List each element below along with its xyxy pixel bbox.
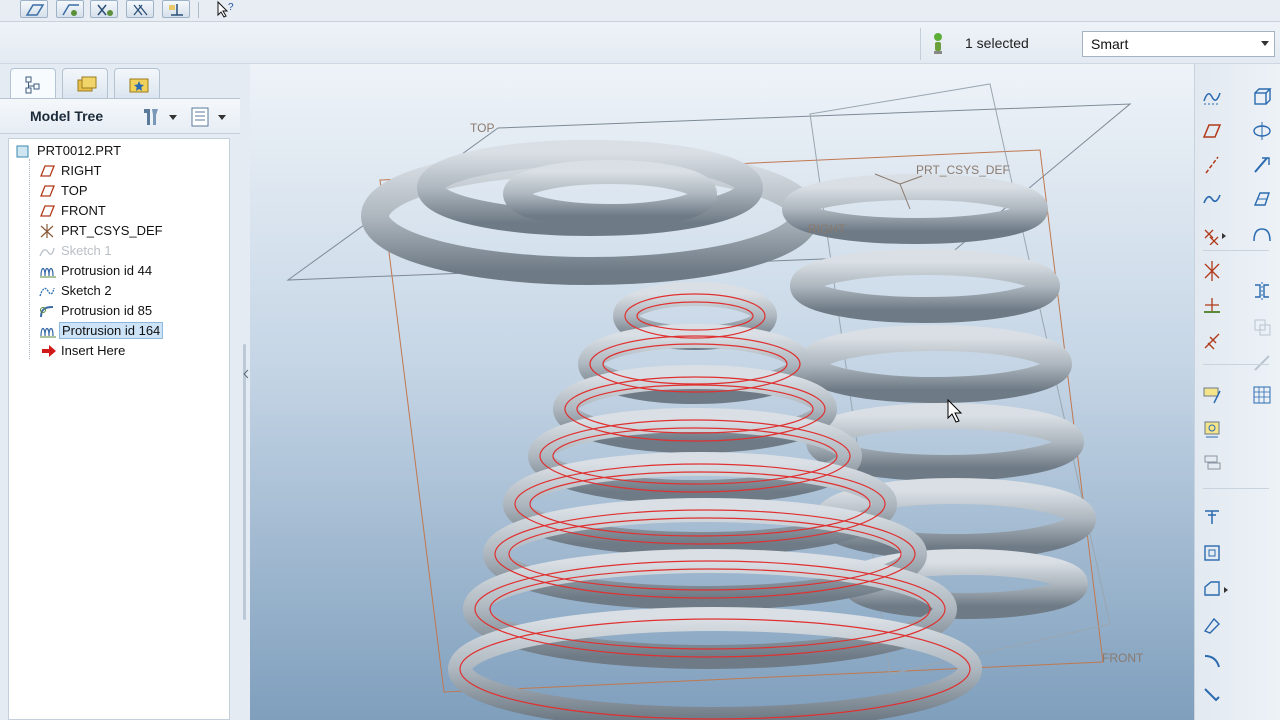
feature-toolbar: [1194, 64, 1280, 720]
boundary-icon[interactable]: [1249, 222, 1275, 248]
analysis-icon[interactable]: [1199, 292, 1225, 318]
status-bar: 1 selected Smart: [0, 22, 1280, 64]
datum-plane-icon: [39, 164, 55, 178]
tree-item-label: TOP: [61, 183, 88, 198]
chevron-down-icon: [1261, 41, 1269, 46]
plane-icon[interactable]: [1199, 118, 1225, 144]
rib-icon[interactable]: [1199, 450, 1225, 476]
sketch-datum-icon[interactable]: [20, 0, 48, 18]
selection-filter-dropdown[interactable]: Smart: [1082, 31, 1275, 57]
sweep-icon[interactable]: [1249, 152, 1275, 178]
datum-label-top: TOP: [470, 121, 494, 135]
datum-plane-icon: [39, 184, 55, 198]
favorites-tab[interactable]: [114, 68, 160, 98]
insert-arrow-icon: [41, 344, 57, 358]
revolve-icon[interactable]: [1249, 118, 1275, 144]
show-points-icon[interactable]: [126, 0, 154, 18]
show-csys-icon[interactable]: [162, 0, 190, 18]
collapse-arrow-icon[interactable]: [243, 364, 249, 379]
trim-icon[interactable]: [1249, 350, 1275, 376]
pattern-icon[interactable]: [1199, 382, 1225, 408]
curve-icon[interactable]: [1199, 186, 1225, 212]
sketch-icon: [39, 284, 55, 298]
model-tree-tab[interactable]: [10, 68, 56, 98]
tree-item-label: RIGHT: [61, 163, 102, 178]
datum-label-front: FRONT: [1102, 651, 1144, 665]
part-icon: [15, 144, 31, 158]
hole-icon[interactable]: [1249, 382, 1275, 408]
tree-item-label: Insert Here: [61, 343, 126, 358]
graphics-window[interactable]: TOP RIGHT FRONT PRT_CSYS_DEF: [250, 64, 1194, 720]
blend-icon[interactable]: [1249, 186, 1275, 212]
tree-item-label: Protrusion id 85: [61, 303, 153, 318]
helical-sweep-icon: [39, 264, 56, 278]
tree-item-label: FRONT: [61, 203, 106, 218]
panel-splitter[interactable]: [240, 344, 248, 620]
sweep-icon: [39, 304, 55, 318]
tree-root-label: PRT0012.PRT: [37, 143, 122, 158]
datum-curve-sketch-icon[interactable]: [1199, 84, 1225, 110]
selection-count: 1 selected: [965, 35, 1029, 51]
status-light-icon: [930, 31, 946, 57]
svg-text:?: ?: [228, 2, 234, 13]
model-tree: PRT0012.PRT RIGHT TOP FRONT PRT_CSYS_DEF…: [8, 138, 230, 720]
round-icon[interactable]: [1199, 540, 1225, 566]
toroidal-bend-icon[interactable]: [1199, 648, 1225, 674]
tree-item-label: Protrusion id 44: [61, 263, 153, 278]
cylindrical-spring: [782, 174, 1096, 619]
cosmetic-icon[interactable]: [1199, 612, 1225, 638]
merge-icon[interactable]: [1249, 314, 1275, 340]
shell-icon[interactable]: [1199, 416, 1225, 442]
sketch-icon: [39, 244, 55, 258]
main-toolbar: ?: [0, 0, 1280, 22]
datum-label-right: RIGHT: [808, 222, 846, 236]
model-graphics: TOP RIGHT FRONT PRT_CSYS_DEF: [286, 83, 1144, 720]
tree-item-label-selected: Protrusion id 164: [59, 322, 164, 339]
model-tree-header: Model Tree: [0, 98, 240, 134]
spinal-bend-icon[interactable]: [1199, 682, 1225, 708]
conical-spring: [448, 282, 982, 720]
tree-item-label: Sketch 2: [61, 283, 112, 298]
axis-icon[interactable]: [1199, 152, 1225, 178]
chamfer-icon[interactable]: [1199, 576, 1228, 602]
extrude-icon[interactable]: [1249, 84, 1275, 110]
datum-plane-icon: [39, 204, 55, 218]
show-planes-icon[interactable]: [56, 0, 84, 18]
model-tree-title: Model Tree: [30, 108, 104, 124]
point-icon[interactable]: [1199, 222, 1226, 248]
context-help-icon[interactable]: ?: [214, 0, 238, 18]
helical-sweep-icon: [39, 324, 56, 338]
draft-icon[interactable]: [1199, 504, 1225, 530]
csys-icon[interactable]: [1199, 258, 1225, 284]
tree-item-label: Sketch 1: [61, 243, 112, 258]
insert-icon[interactable]: [1199, 328, 1225, 354]
tree-settings-button[interactable]: [140, 105, 180, 129]
navigator-panel: Model Tree PRT0012.PRT RIGHT TOP FRONT P…: [0, 64, 250, 720]
selection-filter-value: Smart: [1091, 36, 1129, 52]
mirror-icon[interactable]: [1249, 278, 1275, 304]
csys-icon: [39, 224, 55, 238]
tree-item-label: PRT_CSYS_DEF: [61, 223, 163, 238]
datum-label-csys: PRT_CSYS_DEF: [916, 163, 1010, 177]
show-axes-icon[interactable]: [90, 0, 118, 18]
tree-columns-button[interactable]: [188, 105, 230, 129]
flat-spiral: [361, 140, 819, 285]
folder-browser-tab[interactable]: [62, 68, 108, 98]
